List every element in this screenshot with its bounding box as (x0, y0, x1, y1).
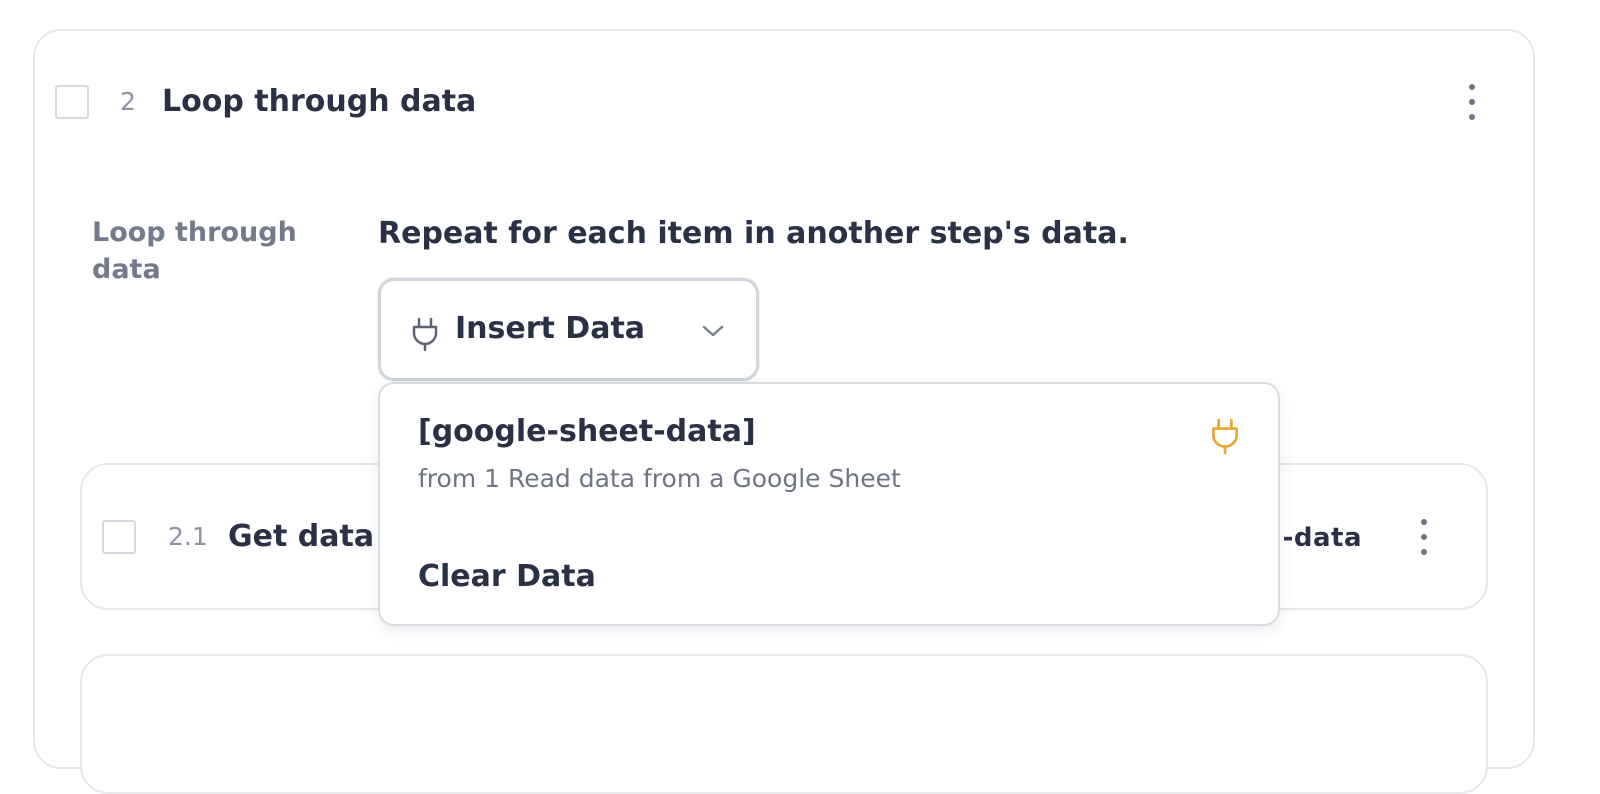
step-number: 2 (120, 87, 136, 116)
plug-icon (411, 317, 439, 355)
insert-data-label: Insert Data (455, 311, 646, 346)
insert-data-dropdown: [google-sheet-data] from 1 Read data fro… (378, 382, 1280, 626)
step-checkbox[interactable] (55, 85, 89, 119)
field-description: Repeat for each item in another step's d… (378, 216, 1129, 251)
child-step-trailing-text: -data (1282, 523, 1362, 553)
dropdown-item-title[interactable]: [google-sheet-data] (418, 414, 756, 450)
child-step-card-2 (80, 654, 1488, 794)
child-kebab-menu-icon[interactable] (1414, 517, 1434, 557)
field-label: Loop through data (92, 217, 297, 285)
step-title[interactable]: Loop through data (162, 84, 476, 120)
chevron-down-icon (701, 323, 725, 342)
insert-data-button[interactable]: Insert Data (378, 278, 759, 381)
dropdown-item-subtitle[interactable]: from 1 Read data from a Google Sheet (418, 464, 901, 494)
clear-data-option[interactable]: Clear Data (418, 559, 596, 595)
child-step-title[interactable]: Get data f (228, 519, 398, 555)
child-step-number: 2.1 (168, 522, 208, 551)
child-step-checkbox[interactable] (102, 520, 136, 554)
kebab-menu-icon[interactable] (1462, 82, 1482, 122)
plug-icon (1210, 418, 1240, 458)
